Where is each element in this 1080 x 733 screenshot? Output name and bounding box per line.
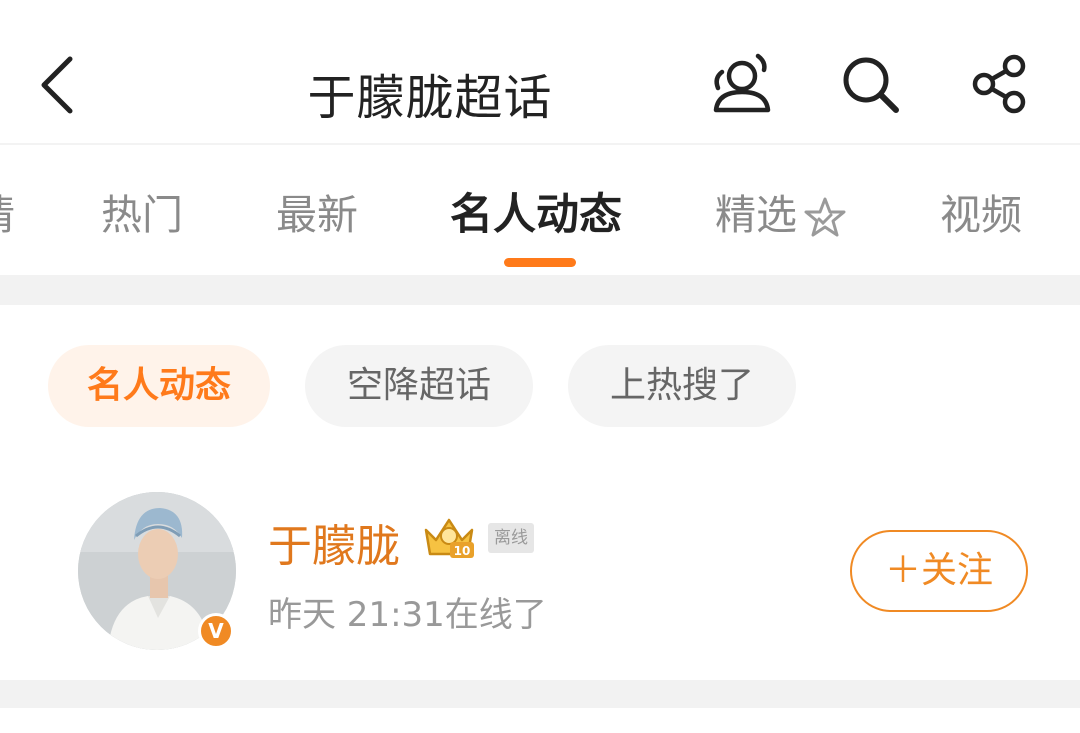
tab-latest[interactable]: 最新 <box>276 189 358 241</box>
chip-celebrity-news[interactable]: 名人动态 <box>48 345 270 427</box>
tab-featured-label: 精选 <box>715 191 797 239</box>
active-tab-indicator <box>504 258 576 267</box>
follow-button[interactable]: ＋关注 <box>850 530 1028 612</box>
celebrity-feed-card: 名人动态 空降超话 上热搜了 V 于朦胧 10 离线 昨天 21:31在线了 ＋… <box>0 305 1080 680</box>
tab-hot[interactable]: 热门 <box>101 189 183 241</box>
last-online-time: 昨天 21:31在线了 <box>268 595 547 635</box>
section-tabs: 情 热门 最新 名人动态 精选 视频 <box>0 147 1080 275</box>
tab-celebrity-news[interactable]: 名人动态 <box>450 189 622 241</box>
user-name[interactable]: 于朦胧 <box>268 510 400 574</box>
level-number: 10 <box>454 544 471 558</box>
search-button[interactable] <box>834 48 906 120</box>
top-nav-bar: 于朦胧超话 <box>0 0 1080 145</box>
tab-video[interactable]: 视频 <box>940 189 1022 241</box>
chip-airdrop-topic[interactable]: 空降超话 <box>305 345 533 427</box>
follower-groups-button[interactable] <box>702 48 774 120</box>
chip-trending[interactable]: 上热搜了 <box>568 345 796 427</box>
tab-featured[interactable]: 精选 <box>715 189 849 241</box>
section-divider-bottom <box>0 680 1080 708</box>
tab-partial[interactable]: 情 <box>0 189 15 241</box>
next-card-edge <box>0 708 1080 733</box>
status-badge: 离线 <box>488 523 534 553</box>
users-sound-icon <box>713 53 771 113</box>
share-icon <box>972 54 1026 114</box>
crown-level-badge-icon: 10 <box>424 518 474 558</box>
share-button[interactable] <box>964 48 1036 120</box>
app-screen: 于朦胧超话 情 热门 <box>0 0 1080 733</box>
section-divider <box>0 275 1080 305</box>
search-icon <box>843 57 899 113</box>
star-badge-icon <box>804 197 846 237</box>
verified-badge: V <box>198 613 234 649</box>
